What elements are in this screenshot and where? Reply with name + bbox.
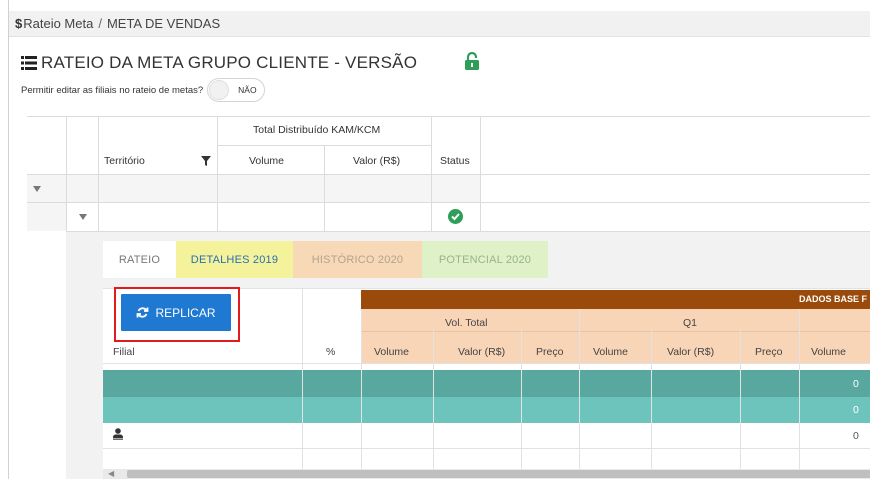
column-header-territorio[interactable]: Território (104, 155, 145, 167)
cell-value: 0 (853, 378, 859, 390)
tab-historico-2020[interactable]: HISTÓRICO 2020 (293, 241, 422, 278)
column-header-volume[interactable]: Volume (249, 155, 284, 167)
column-header-valor[interactable]: Valor (R$) (458, 346, 505, 358)
user-icon (113, 428, 123, 440)
column-header-preco[interactable]: Preço (755, 346, 782, 358)
unlock-icon[interactable] (464, 52, 480, 70)
territory-grid: Total Distribuído KAM/KCM Território Vol… (27, 116, 870, 232)
breadcrumb: $ Rateio Meta / META DE VENDAS (9, 11, 870, 37)
subgroup-vol-total: Vol. Total (445, 317, 488, 329)
toggle-state-text: NÃO (238, 85, 257, 95)
list-icon (21, 56, 37, 70)
collapse-caret-icon[interactable] (33, 186, 41, 192)
column-header-volume[interactable]: Volume (593, 346, 628, 358)
replicar-label: REPLICAR (155, 305, 216, 320)
page-title: RATEIO DA META GRUPO CLIENTE - VERSÃO (41, 53, 418, 72)
column-header-filial[interactable]: Filial (113, 346, 135, 358)
column-header-volume[interactable]: Volume (374, 346, 409, 358)
column-header-volume[interactable]: Volume (811, 346, 846, 358)
scrollbar-thumb[interactable] (127, 470, 870, 478)
table-row (103, 397, 870, 423)
toggle-knob (209, 80, 230, 100)
permit-edit-label: Permitir editar as filiais no rateio de … (21, 84, 204, 96)
scroll-left-icon[interactable]: ◀ (108, 469, 114, 479)
page-title-row: RATEIO DA META GRUPO CLIENTE - VERSÃO (21, 53, 417, 73)
column-header-preco[interactable]: Preço (536, 346, 563, 358)
table-row (103, 370, 870, 397)
detail-panel: RATEIO DETALHES 2019 HISTÓRICO 2020 POTE… (66, 232, 870, 479)
status-ok-icon (448, 209, 463, 224)
collapse-caret-icon[interactable] (79, 214, 87, 220)
detail-tabs: RATEIO DETALHES 2019 HISTÓRICO 2020 POTE… (103, 241, 548, 278)
cell-value: 0 (853, 404, 859, 416)
permit-edit-row: Permitir editar as filiais no rateio de … (21, 78, 266, 102)
replicar-button[interactable]: REPLICAR (121, 294, 231, 331)
column-header-valor[interactable]: Valor (R$) (353, 155, 400, 167)
column-header-status[interactable]: Status (440, 155, 470, 167)
group-header-total-distribuido: Total Distribuído KAM/KCM (253, 124, 381, 136)
tab-detalhes-2019[interactable]: DETALHES 2019 (176, 241, 293, 278)
filter-icon[interactable] (201, 156, 211, 166)
tab-potencial-2020[interactable]: POTENCIAL 2020 (422, 241, 548, 278)
column-header-percent[interactable]: % (326, 346, 335, 358)
permit-edit-toggle[interactable]: NÃO (207, 78, 266, 102)
breadcrumb-separator: / (98, 16, 102, 31)
banner-dados-base: DADOS BASE F (361, 290, 870, 309)
subgroup-q1: Q1 (683, 317, 698, 329)
breadcrumb-root[interactable]: Rateio Meta (23, 16, 93, 31)
main-frame: $ Rateio Meta / META DE VENDAS RATEIO DA… (8, 0, 870, 479)
breadcrumb-current: META DE VENDAS (106, 16, 221, 31)
refresh-icon (137, 307, 149, 318)
tab-rateio[interactable]: RATEIO (103, 241, 176, 278)
cell-value: 0 (853, 430, 859, 442)
column-header-valor[interactable]: Valor (R$) (667, 346, 714, 358)
dollar-icon: $ (15, 16, 23, 31)
